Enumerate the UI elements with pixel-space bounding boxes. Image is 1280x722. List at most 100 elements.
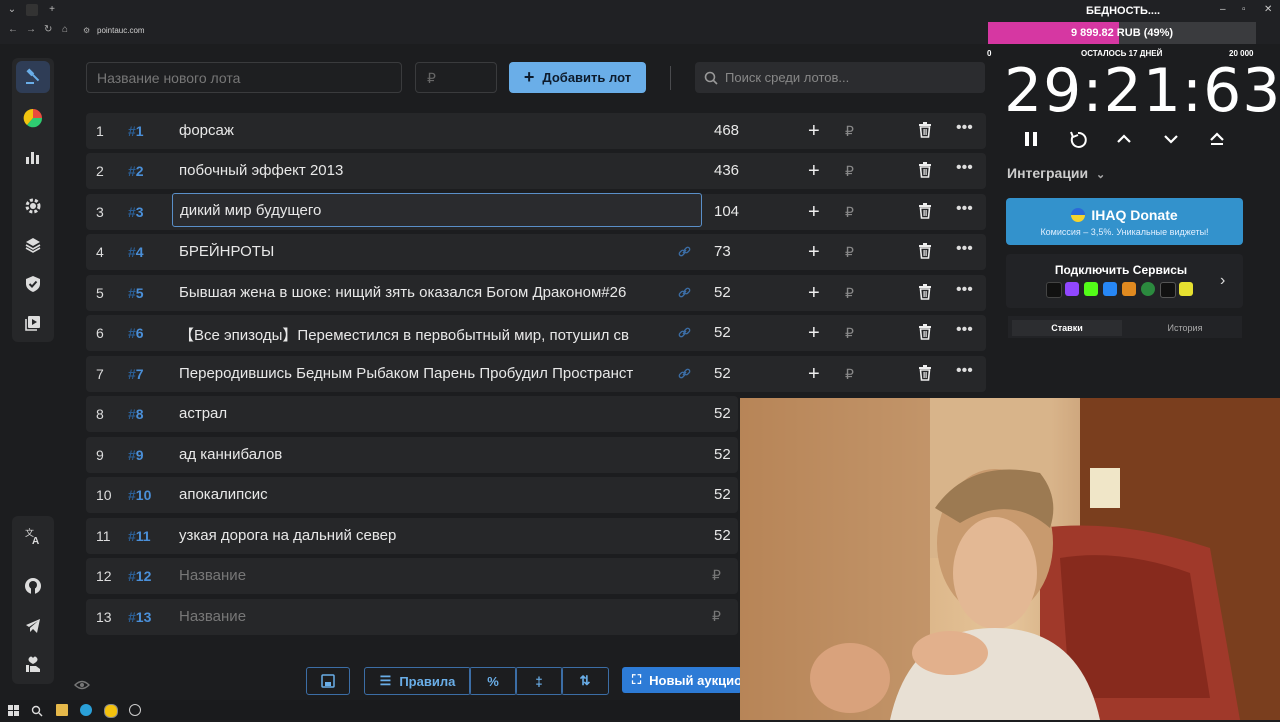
add-bid-button[interactable]: + <box>808 282 820 305</box>
lot-row[interactable]: 9 #9 ад каннибалов 52 <box>86 437 738 473</box>
site-info-icon[interactable]: ⚙ <box>83 26 90 35</box>
add-bid-button[interactable]: + <box>808 160 820 183</box>
sidebar-item-media[interactable] <box>12 307 54 339</box>
more-options-icon[interactable]: ••• <box>956 362 973 380</box>
more-options-icon[interactable]: ••• <box>956 321 973 339</box>
connect-services-card[interactable]: Подключить Сервисы › <box>1006 254 1243 308</box>
lot-row[interactable]: 10 #10 апокалипсис 52 <box>86 477 738 513</box>
sidebar-item-wheel[interactable] <box>12 102 54 134</box>
link-icon[interactable] <box>678 326 691 344</box>
lot-name[interactable]: узкая дорога на дальний север <box>179 527 659 544</box>
lot-name[interactable]: апокалипсис <box>179 486 659 503</box>
windows-start-icon[interactable] <box>8 704 20 716</box>
add-time-button[interactable] <box>1112 130 1136 152</box>
link-icon[interactable] <box>678 367 691 385</box>
save-button[interactable] <box>306 667 350 695</box>
lot-row[interactable]: 6 #6 【Все эпизоды】Переместился в первобытн… <box>86 315 986 351</box>
link-icon[interactable] <box>678 286 691 304</box>
file-explorer-icon[interactable] <box>56 704 68 716</box>
delete-icon[interactable] <box>918 203 932 224</box>
lot-row[interactable]: 4 #4 БРЕЙНРОТЫ 73 + ₽ ••• <box>86 234 986 270</box>
lot-name[interactable]: дикий мир будущего <box>172 193 702 227</box>
percent-button[interactable]: % <box>469 667 517 695</box>
bid-amount-input[interactable]: ₽ <box>845 244 854 261</box>
rules-button[interactable]: ☰ Правила <box>364 667 471 695</box>
subtract-time-button[interactable] <box>1159 130 1183 152</box>
add-bid-button[interactable]: + <box>808 322 820 345</box>
lot-search-input[interactable]: Поиск среди лотов... <box>695 62 985 93</box>
delete-icon[interactable] <box>918 284 932 305</box>
lot-name[interactable]: ад каннибалов <box>179 446 659 463</box>
eye-icon[interactable] <box>74 677 90 695</box>
delete-icon[interactable] <box>918 324 932 345</box>
reload-icon[interactable]: ↻ <box>44 24 52 35</box>
obs-taskbar-icon[interactable] <box>129 704 141 716</box>
tab-favicon[interactable] <box>26 4 38 16</box>
bid-amount-input[interactable]: ₽ <box>845 325 854 342</box>
more-options-icon[interactable]: ••• <box>956 281 973 299</box>
sidebar-item-auction[interactable] <box>16 61 50 93</box>
lot-row[interactable]: 2 #2 побочный эффект 2013 436 + ₽ ••• <box>86 153 986 189</box>
sort-button[interactable]: ⇅ <box>561 667 609 695</box>
tab-bids[interactable]: Ставки <box>1012 320 1122 336</box>
lot-name[interactable]: побочный эффект 2013 <box>179 162 659 179</box>
bid-amount-input[interactable]: ₽ <box>845 285 854 302</box>
lot-row[interactable]: 3 #3 дикий мир будущего 104 + ₽ ••• <box>86 193 986 230</box>
minimize-icon[interactable]: – <box>1220 4 1226 15</box>
forward-icon[interactable]: → <box>26 24 36 35</box>
lot-amount-input[interactable]: ₽ <box>415 62 497 93</box>
tab-history[interactable]: История <box>1130 320 1240 336</box>
sidebar-item-telegram[interactable] <box>12 610 54 642</box>
lot-name[interactable]: Бывшая жена в шоке: нищий зять оказался … <box>179 284 659 301</box>
bid-amount-input[interactable]: ₽ <box>845 204 854 221</box>
sidebar-item-github[interactable] <box>12 570 54 602</box>
double-time-button[interactable] <box>1205 130 1229 152</box>
lot-name[interactable]: Название <box>179 608 659 625</box>
delete-icon[interactable] <box>918 365 932 386</box>
sidebar-item-settings[interactable] <box>12 190 54 222</box>
taskbar-search-icon[interactable] <box>31 704 43 717</box>
link-icon[interactable] <box>678 245 691 263</box>
maximize-icon[interactable]: ▫ <box>1242 4 1246 15</box>
tab-menu-icon[interactable]: ⌄ <box>6 4 18 16</box>
lot-row[interactable]: 7 #7 Переродившись Бедным Рыбаком Парень П… <box>86 356 986 392</box>
donate-service-card[interactable]: IHAQ Donate Комиссия – 3,5%. Уникальные … <box>1006 198 1243 245</box>
delete-icon[interactable] <box>918 162 932 183</box>
more-options-icon[interactable]: ••• <box>956 119 973 137</box>
new-lot-input[interactable]: Название нового лота <box>86 62 402 93</box>
telegram-taskbar-icon[interactable] <box>80 704 92 716</box>
more-options-icon[interactable]: ••• <box>956 240 973 258</box>
sidebar-item-stats[interactable] <box>12 141 54 173</box>
lot-row[interactable]: 8 #8 астрал 52 <box>86 396 738 432</box>
new-auction-button[interactable]: ⛶ Новый аукцион <box>622 667 742 693</box>
split-button[interactable]: ‡ <box>515 667 563 695</box>
lot-row[interactable]: 13 #13 Название ₽ <box>86 599 738 635</box>
lot-name[interactable]: форсаж <box>179 122 659 139</box>
lot-name[interactable]: 【Все эпизоды】Переместился в первобытный … <box>179 324 659 345</box>
add-lot-button[interactable]: + Добавить лот <box>509 62 646 93</box>
lot-row[interactable]: 5 #5 Бывшая жена в шоке: нищий зять оказал… <box>86 275 986 311</box>
add-bid-button[interactable]: + <box>808 201 820 224</box>
delete-icon[interactable] <box>918 243 932 264</box>
lot-row[interactable]: 12 #12 Название ₽ <box>86 558 738 594</box>
bid-amount-input[interactable]: ₽ <box>845 163 854 180</box>
delete-icon[interactable] <box>918 122 932 143</box>
bid-amount-input[interactable]: ₽ <box>845 366 854 383</box>
integrations-toggle[interactable]: Интеграции ⌄ <box>1007 165 1105 181</box>
bid-amount-input[interactable]: ₽ <box>845 123 854 140</box>
add-bid-button[interactable]: + <box>808 120 820 143</box>
more-options-icon[interactable]: ••• <box>956 159 973 177</box>
lot-name[interactable]: БРЕЙНРОТЫ <box>179 243 659 260</box>
lot-name[interactable]: Переродившись Бедным Рыбаком Парень Проб… <box>179 365 659 382</box>
sidebar-item-language[interactable]: 文A <box>12 520 54 552</box>
url-text[interactable]: pointauc.com <box>97 26 145 35</box>
add-bid-button[interactable]: + <box>808 363 820 386</box>
sidebar-item-moderation[interactable] <box>12 268 54 300</box>
lot-name[interactable]: Название <box>179 567 659 584</box>
new-tab-icon[interactable]: + <box>46 4 58 16</box>
back-icon[interactable]: ← <box>8 24 18 35</box>
sidebar-item-layers[interactable] <box>12 229 54 261</box>
chrome-taskbar-icon[interactable] <box>104 704 118 718</box>
lot-row[interactable]: 1 #1 форсаж 468 + ₽ ••• <box>86 113 986 149</box>
home-icon[interactable]: ⌂ <box>62 24 68 35</box>
